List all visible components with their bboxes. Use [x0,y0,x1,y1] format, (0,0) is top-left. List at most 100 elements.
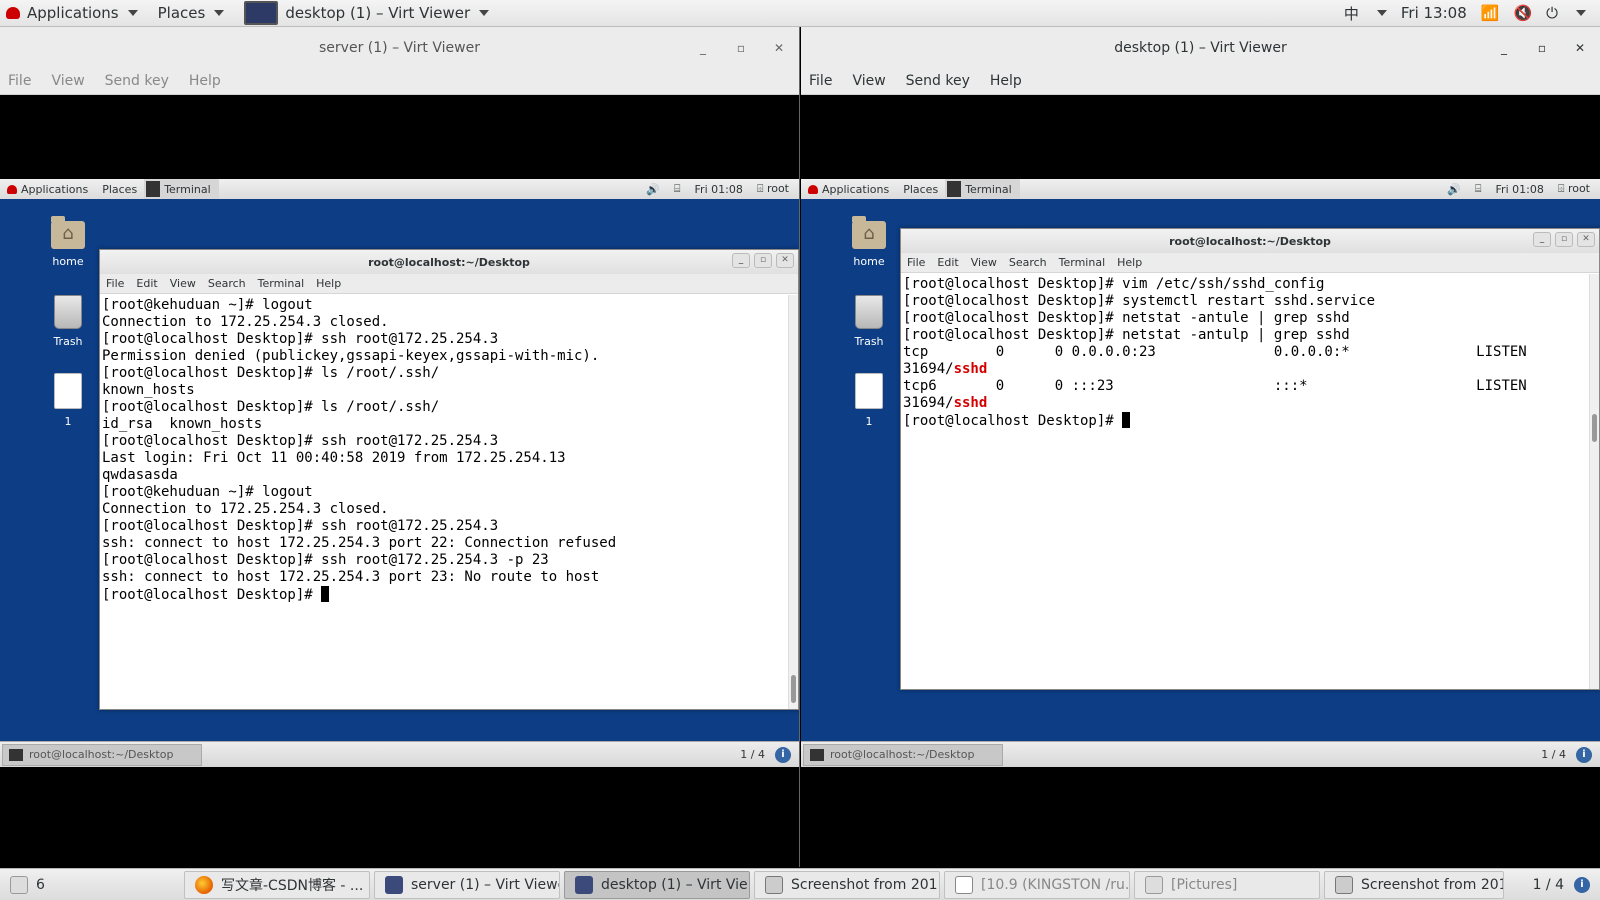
term-menu-file[interactable]: File [106,277,124,290]
places-menu[interactable]: Places [148,0,235,27]
guest-terminal-label: Terminal [965,182,1012,196]
terminal-line: tcp6 0 0 :::23 :::* LISTEN [903,378,1527,394]
guest-desktop[interactable]: Applications Places Terminal 🔊 ⌸ Fri 01:… [0,179,799,767]
menu-file[interactable]: File [809,73,832,89]
workspace-pager[interactable]: 1 / 4 [1533,877,1564,893]
terminal-output[interactable]: [root@kehuduan ~]# logout Connection to 1… [100,295,788,709]
menu-send-key[interactable]: Send key [906,73,970,89]
volume-icon[interactable]: 🔇 [1513,4,1532,22]
terminal-scrollbar[interactable] [788,295,798,709]
maximize-button[interactable]: ▫ [754,253,772,268]
wifi-icon[interactable]: 📶 [1481,4,1500,22]
taskbar-item-desktop-viewer[interactable]: desktop (1) – Virt Vie... [564,870,750,899]
terminal-window[interactable]: root@localhost:~/Desktop _ ▫ ✕ File Edit… [99,249,799,710]
term-menu-edit[interactable]: Edit [136,277,157,290]
workspace-pager[interactable]: 1 / 4 [740,748,765,761]
taskbar-item-screenshot[interactable]: Screenshot from 201... [754,870,940,899]
close-button[interactable]: ✕ [776,253,794,268]
terminal-titlebar[interactable]: root@localhost:~/Desktop _ ▫ ✕ [901,229,1599,253]
term-menu-help[interactable]: Help [1117,256,1142,269]
term-menu-edit[interactable]: Edit [937,256,958,269]
minimize-button[interactable]: _ [732,253,750,268]
term-menu-view[interactable]: View [170,277,196,290]
terminal-output[interactable]: [root@localhost Desktop]# vim /etc/ssh/s… [901,274,1589,689]
active-window-menu[interactable]: desktop (1) – Virt Viewer [234,0,499,27]
window-list-icon [10,875,28,894]
term-menu-terminal[interactable]: Terminal [258,277,305,290]
guest-user-menu[interactable]: ⌹ root [1558,182,1590,196]
desktop-icon-home[interactable]: home [46,216,90,268]
term-menu-search[interactable]: Search [1009,256,1047,269]
close-button[interactable]: ✕ [1572,41,1588,55]
taskbar-item-server-viewer[interactable]: server (1) – Virt Viewer [374,870,560,899]
desktop-icon-trash[interactable]: Trash [46,295,90,348]
scrollbar-thumb[interactable] [1592,414,1597,442]
scrollbar-thumb[interactable] [791,675,796,703]
input-method-indicator[interactable]: 中 [1344,3,1359,24]
desktop-icon-file[interactable]: 1 [46,373,90,428]
terminal-scrollbar[interactable] [1589,274,1599,689]
power-icon[interactable]: ⏻ [1546,4,1558,22]
terminal-title: root@localhost:~/Desktop [368,255,530,269]
guest-applications-menu[interactable]: Applications [801,183,896,196]
info-icon[interactable]: i [775,746,791,763]
guest-places-label: Places [102,182,138,196]
info-icon[interactable]: i [1574,876,1590,893]
volume-icon[interactable]: 🔊 [1447,183,1461,196]
guest-terminal-menu[interactable]: Terminal [144,179,219,199]
workspace-pager[interactable]: 1 / 4 [1541,748,1566,761]
maximize-button[interactable]: ▫ [1534,41,1550,55]
menu-view[interactable]: View [852,73,885,89]
workspace-indicator[interactable]: 6 [0,875,184,894]
taskbar-item-screenshot-2[interactable]: Screenshot from 201... [1324,870,1504,899]
applications-menu[interactable]: Applications [0,0,148,27]
info-icon[interactable]: i [1576,746,1592,763]
viewer-titlebar[interactable]: server (1) – Virt Viewer _ ▫ ✕ [0,27,799,68]
term-menu-view[interactable]: View [971,256,997,269]
taskbar-item-browser[interactable]: 写文章-CSDN博客 - ... [184,870,370,899]
minimize-button[interactable]: _ [1533,232,1551,247]
volume-icon[interactable]: 🔊 [646,183,660,196]
minimize-button[interactable]: _ [1496,41,1512,55]
terminal-titlebar[interactable]: root@localhost:~/Desktop _ ▫ ✕ [100,250,798,274]
close-button[interactable]: ✕ [1577,232,1595,247]
folder-icon [1145,875,1163,894]
desktop-icon-file[interactable]: 1 [847,373,891,428]
taskbar-item-pictures[interactable]: [Pictures] [1134,870,1320,899]
guest-clock[interactable]: Fri 01:08 [695,183,743,196]
maximize-button[interactable]: ▫ [1555,232,1573,247]
term-menu-file[interactable]: File [907,256,925,269]
menu-file[interactable]: File [8,73,31,89]
applications-label: Applications [27,4,119,22]
maximize-button[interactable]: ▫ [733,41,749,55]
minimize-button[interactable]: _ [695,41,711,55]
network-icon[interactable]: ⌸ [674,182,681,196]
menu-help[interactable]: Help [990,73,1022,89]
guest-terminal-menu[interactable]: Terminal [945,179,1020,199]
guest-user-menu[interactable]: ⌹ root [757,182,789,196]
desktop-icon-home[interactable]: home [847,216,891,268]
terminal-window[interactable]: root@localhost:~/Desktop _ ▫ ✕ File Edit… [900,228,1600,690]
chevron-down-icon[interactable] [1576,10,1586,16]
term-menu-search[interactable]: Search [208,277,246,290]
desktop-icon-trash[interactable]: Trash [847,295,891,348]
viewer-titlebar[interactable]: desktop (1) – Virt Viewer _ ▫ ✕ [801,27,1600,68]
guest-taskbar-item[interactable]: root@localhost:~/Desktop [2,743,202,766]
clock[interactable]: Fri 13:08 [1401,4,1467,22]
guest-desktop[interactable]: Applications Places Terminal 🔊 ⌸ Fri 01:… [801,179,1600,767]
menu-help[interactable]: Help [189,73,221,89]
taskbar-item-editor[interactable]: [10.9 (KINGSTON /ru... [944,870,1130,899]
term-menu-terminal[interactable]: Terminal [1059,256,1106,269]
close-button[interactable]: ✕ [771,41,787,55]
network-icon[interactable]: ⌸ [1475,182,1482,196]
guest-places-label: Places [903,182,939,196]
term-menu-help[interactable]: Help [316,277,341,290]
guest-places-menu[interactable]: Places [95,183,144,196]
guest-clock[interactable]: Fri 01:08 [1496,183,1544,196]
menu-view[interactable]: View [51,73,84,89]
guest-places-menu[interactable]: Places [896,183,945,196]
guest-taskbar-item[interactable]: root@localhost:~/Desktop [803,743,1003,766]
menu-send-key[interactable]: Send key [105,73,169,89]
chevron-down-icon [1376,10,1387,16]
guest-applications-menu[interactable]: Applications [0,183,95,196]
